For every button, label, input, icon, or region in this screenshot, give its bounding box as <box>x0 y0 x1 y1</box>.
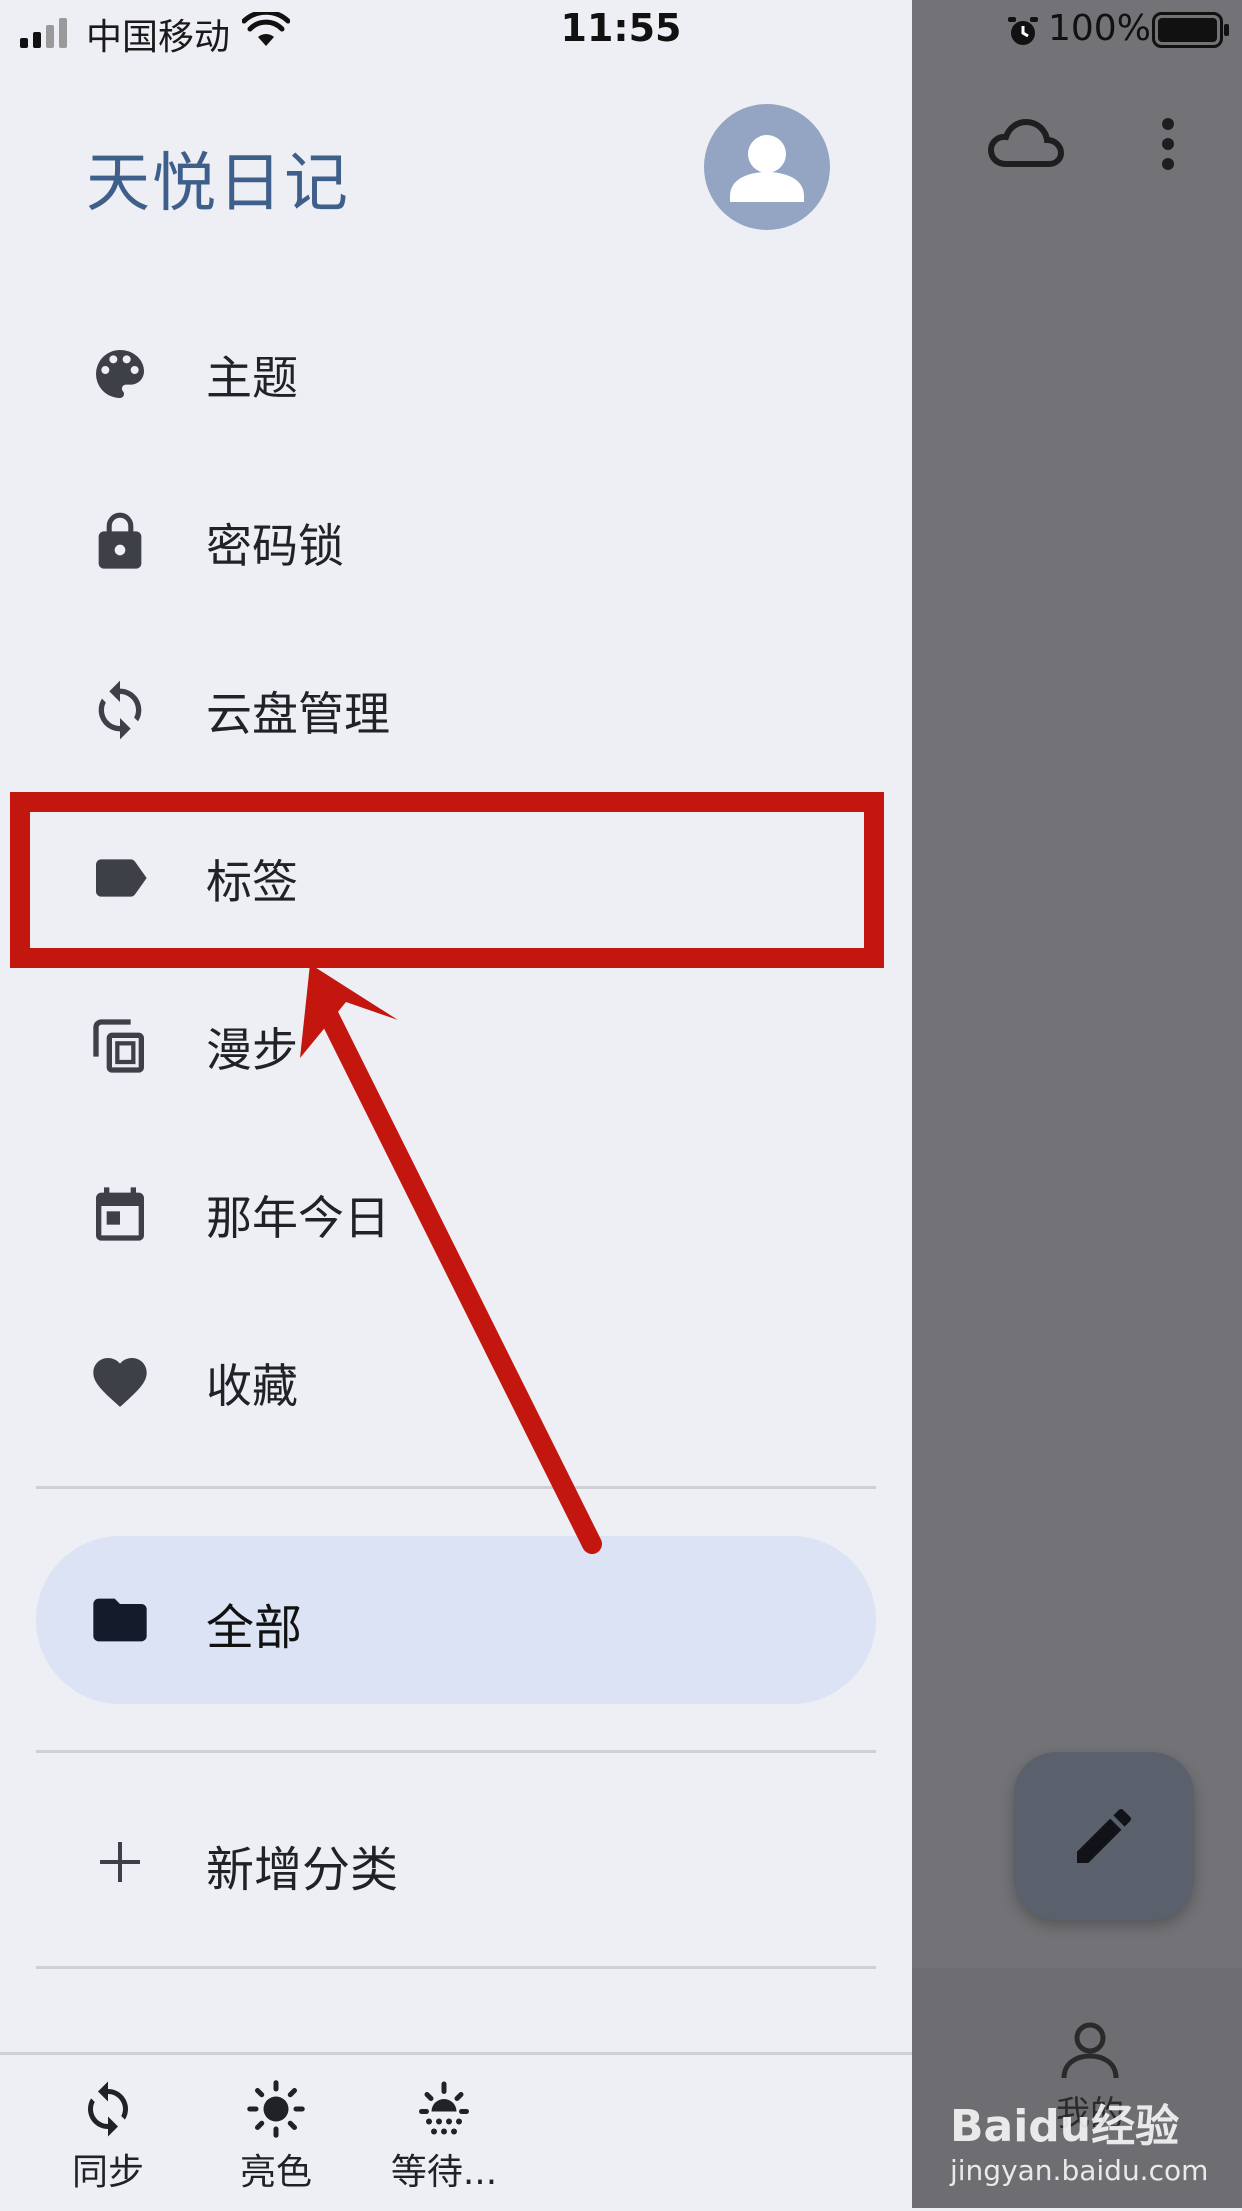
avatar[interactable] <box>704 104 830 230</box>
calendar-icon <box>96 1187 144 1241</box>
menu-item-label: 密码锁 <box>206 519 344 573</box>
divider <box>36 1750 876 1753</box>
person-outline-icon <box>1061 2022 1119 2079</box>
person-icon <box>730 135 804 202</box>
category-all[interactable]: 全部 <box>36 1536 876 1704</box>
copy-icon <box>93 1019 144 1073</box>
add-category-button[interactable]: 新增分类 <box>0 1800 912 1920</box>
alarm-icon <box>1008 17 1038 45</box>
sync-label: 同步 <box>71 2152 144 2193</box>
category-label: 全部 <box>206 1600 303 1656</box>
light-mode-button[interactable]: 亮色 <box>206 2079 346 2195</box>
menu-item-roam[interactable]: 漫步 <box>0 984 912 1104</box>
menu-item-label: 那年今日 <box>206 1191 390 1245</box>
highlight-box <box>10 792 884 968</box>
waiting-button[interactable]: 等待... <box>374 2079 514 2195</box>
divider <box>36 1486 876 1489</box>
watermark-logo: Baidu经验 <box>950 2101 1180 2152</box>
add-category-label: 新增分类 <box>206 1842 399 1898</box>
palette-icon <box>96 350 144 398</box>
menu-item-label: 漫步 <box>206 1023 298 1077</box>
more-vert-icon[interactable] <box>1160 116 1176 172</box>
drawer-bottom-bar: 同步 亮色 等待... <box>0 2052 912 2211</box>
menu-item-label: 云盘管理 <box>206 687 390 741</box>
navigation-drawer: 天悦日记 主题 密码锁 云盘管理 标签 漫步 那年今日 收藏 全部 新增分类 同… <box>0 0 912 2211</box>
watermark-url: jingyan.baidu.com <box>950 2154 1209 2187</box>
menu-item-this-day[interactable]: 那年今日 <box>0 1152 912 1272</box>
light-mode-label: 亮色 <box>239 2152 312 2193</box>
battery-icon <box>1152 12 1229 48</box>
app-title: 天悦日记 <box>86 147 350 221</box>
sun-icon <box>247 2080 305 2138</box>
battery-percentage: 100% <box>1048 8 1151 49</box>
divider <box>36 1966 876 1969</box>
menu-item-label: 收藏 <box>206 1359 298 1413</box>
menu-item-theme[interactable]: 主题 <box>0 312 912 432</box>
menu-item-password-lock[interactable]: 密码锁 <box>0 480 912 600</box>
waiting-label: 等待... <box>390 2152 498 2193</box>
compose-button[interactable] <box>1014 1752 1194 1920</box>
lock-icon <box>98 512 142 569</box>
pencil-icon <box>1077 1808 1132 1863</box>
menu-item-label: 主题 <box>206 351 298 405</box>
plus-icon <box>100 1842 140 1882</box>
sync-icon <box>88 2081 128 2137</box>
menu-item-cloud-management[interactable]: 云盘管理 <box>0 648 912 768</box>
cloud-icon[interactable] <box>988 118 1064 170</box>
status-bar: 中国移动 11:55 100% <box>0 0 1242 62</box>
sync-icon <box>98 680 142 740</box>
sync-button[interactable]: 同步 <box>38 2079 178 2195</box>
heart-icon <box>93 1358 147 1407</box>
sunset-icon <box>419 2081 469 2135</box>
folder-icon <box>93 1598 147 1642</box>
menu-item-favorites[interactable]: 收藏 <box>0 1320 912 1440</box>
watermark: Baidu经验 jingyan.baidu.com <box>950 2090 1230 2187</box>
